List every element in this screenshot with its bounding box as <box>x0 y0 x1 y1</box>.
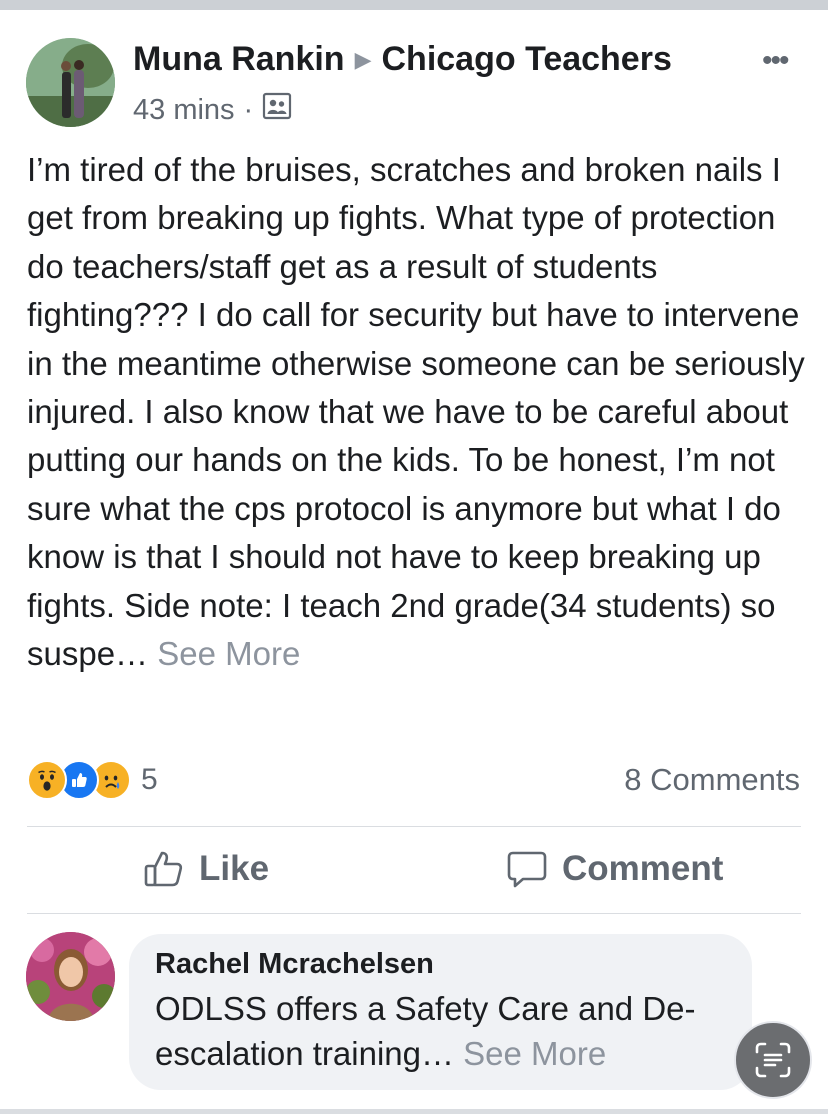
reactions-summary[interactable]: 5 <box>27 760 158 800</box>
meta-separator: · <box>243 93 254 126</box>
comment-text: ODLSS offers a Safety Care and De-escala… <box>155 990 696 1072</box>
comment-body: ODLSS offers a Safety Care and De-escala… <box>155 986 745 1076</box>
like-button[interactable]: Like <box>143 848 269 890</box>
reaction-count: 5 <box>141 763 158 796</box>
author-avatar[interactable] <box>26 38 115 127</box>
commenter-name[interactable]: Rachel Mcrachelsen <box>155 948 434 981</box>
wow-icon <box>27 760 67 800</box>
thumbs-up-icon <box>144 851 183 887</box>
post-body: I’m tired of the bruises, scratches and … <box>27 146 812 678</box>
bottom-separator <box>0 1109 828 1114</box>
comment-icon <box>507 851 547 888</box>
comment-see-more-link[interactable]: See More <box>463 1035 606 1072</box>
post-text: I’m tired of the bruises, scratches and … <box>27 151 805 673</box>
post-header: Muna Rankin ▶ Chicago Teachers <box>133 40 672 79</box>
post-time[interactable]: 43 mins <box>133 94 235 127</box>
shared-to-arrow-icon: ▶ <box>354 47 372 72</box>
group-name[interactable]: Chicago Teachers <box>382 40 672 78</box>
commenter-avatar[interactable] <box>26 932 115 1021</box>
text-scan-icon[interactable] <box>734 1021 812 1099</box>
more-dots-icon[interactable]: ••• <box>762 44 789 78</box>
group-members-icon <box>262 91 292 129</box>
comment-label: Comment <box>562 849 724 888</box>
top-separator <box>0 0 828 10</box>
post-meta: 43 mins · <box>133 91 292 129</box>
author-name[interactable]: Muna Rankin <box>133 40 345 78</box>
comments-count[interactable]: 8 Comments <box>624 762 800 798</box>
see-more-link[interactable]: See More <box>157 635 300 672</box>
like-label: Like <box>199 849 270 888</box>
divider <box>27 826 801 827</box>
divider <box>27 913 801 914</box>
comment-button[interactable]: Comment <box>506 848 723 890</box>
